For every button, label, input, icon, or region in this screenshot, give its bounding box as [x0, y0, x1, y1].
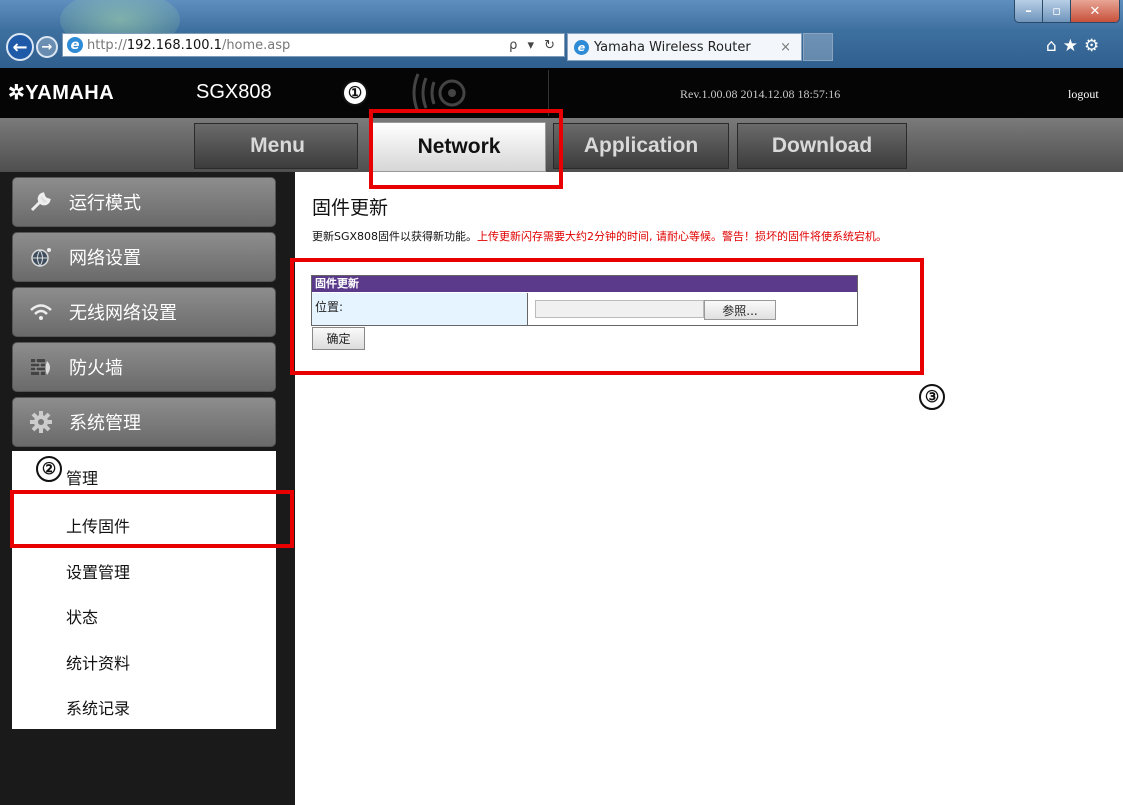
- close-icon: ✕: [1089, 3, 1101, 19]
- yamaha-logo: ✲YAMAHA: [8, 82, 115, 104]
- logout-link[interactable]: logout: [1068, 87, 1099, 102]
- submenu-item-management[interactable]: 管理: [66, 465, 98, 489]
- window-controls: – ▫ ✕: [1014, 0, 1120, 23]
- minimize-icon: –: [1025, 3, 1032, 19]
- address-tools[interactable]: ρ ▾ ↻: [509, 38, 558, 53]
- settings-gear-icon[interactable]: ⚙: [1084, 36, 1105, 56]
- annotation-box-network-tab: [369, 109, 563, 189]
- tab-close-icon[interactable]: ×: [780, 40, 791, 55]
- sidebar-item-operation-mode[interactable]: 运行模式: [12, 177, 276, 227]
- firmware-revision: Rev.1.00.08 2014.12.08 18:57:16: [680, 87, 841, 101]
- sidebar-item-label: 防火墙: [69, 358, 123, 379]
- sidebar-item-network-settings[interactable]: 网络设置: [12, 232, 276, 282]
- step-marker-2: ②: [36, 456, 62, 482]
- url-protocol: http://: [87, 37, 127, 53]
- arrow-left-icon: ←: [12, 36, 28, 58]
- browser-tab[interactable]: e Yamaha Wireless Router ×: [567, 33, 802, 61]
- submenu-item-system-log[interactable]: 系统记录: [66, 695, 130, 719]
- globe-icon: [27, 243, 55, 271]
- firmware-description: 更新SGX808固件以获得新功能。上传更新闪存需要大约2分钟的时间, 请耐心等候…: [312, 231, 902, 243]
- address-bar[interactable]: e http://192.168.100.1/home.asp ρ ▾ ↻: [62, 33, 565, 57]
- new-tab-button[interactable]: [803, 33, 833, 61]
- wrench-icon: [27, 188, 55, 216]
- home-icon[interactable]: ⌂: [1046, 36, 1063, 56]
- sidebar-item-system-management[interactable]: 系统管理: [12, 397, 276, 447]
- tab-title: Yamaha Wireless Router: [594, 39, 751, 55]
- maximize-button[interactable]: ▫: [1043, 0, 1071, 22]
- url-host: 192.168.100.1: [126, 37, 222, 53]
- annotation-box-firmware-form: [290, 258, 924, 375]
- ie-tab-icon: e: [574, 39, 589, 55]
- sidebar-item-label: 运行模式: [69, 193, 141, 214]
- gear-icon: [27, 408, 55, 436]
- forward-button[interactable]: →: [36, 36, 58, 58]
- arrow-right-icon: →: [41, 39, 53, 55]
- tab-download[interactable]: Download: [737, 123, 907, 169]
- ie-page-icon: e: [67, 37, 83, 53]
- sidebar-item-label: 网络设置: [69, 248, 141, 269]
- wifi-icon: [27, 298, 55, 326]
- sidebar-item-firewall[interactable]: 防火墙: [12, 342, 276, 392]
- submenu-item-settings-management[interactable]: 设置管理: [66, 559, 130, 583]
- favorites-star-icon[interactable]: ★: [1063, 36, 1084, 56]
- model-name: SGX808: [196, 81, 272, 103]
- warning-text: 上传更新闪存需要大约2分钟的时间, 请耐心等候。警告！损坏的固件将使系统宕机。: [477, 230, 888, 243]
- url-path: /home.asp: [221, 37, 291, 53]
- maximize-icon: ▫: [1052, 3, 1061, 19]
- annotation-box-upload-firmware: [10, 490, 294, 548]
- tab-menu[interactable]: Menu: [194, 123, 358, 169]
- submenu-item-statistics[interactable]: 统计资料: [66, 650, 130, 674]
- firewall-icon: [27, 353, 55, 381]
- sidebar-item-label: 无线网络设置: [69, 303, 177, 324]
- page-title: 固件更新: [312, 197, 389, 219]
- sidebar-item-wireless-settings[interactable]: 无线网络设置: [12, 287, 276, 337]
- minimize-button[interactable]: –: [1015, 0, 1043, 22]
- tab-application[interactable]: Application: [553, 123, 729, 169]
- back-button[interactable]: ←: [6, 33, 34, 61]
- step-marker-1: ①: [342, 80, 368, 106]
- submenu-item-status[interactable]: 状态: [66, 604, 98, 628]
- browser-toolbar-icons: ⌂★⚙: [1046, 36, 1105, 56]
- sidebar-item-label: 系统管理: [69, 413, 141, 434]
- description-text: 更新SGX808固件以获得新功能。: [312, 230, 478, 243]
- close-window-button[interactable]: ✕: [1071, 0, 1119, 22]
- step-marker-3: ③: [919, 384, 945, 410]
